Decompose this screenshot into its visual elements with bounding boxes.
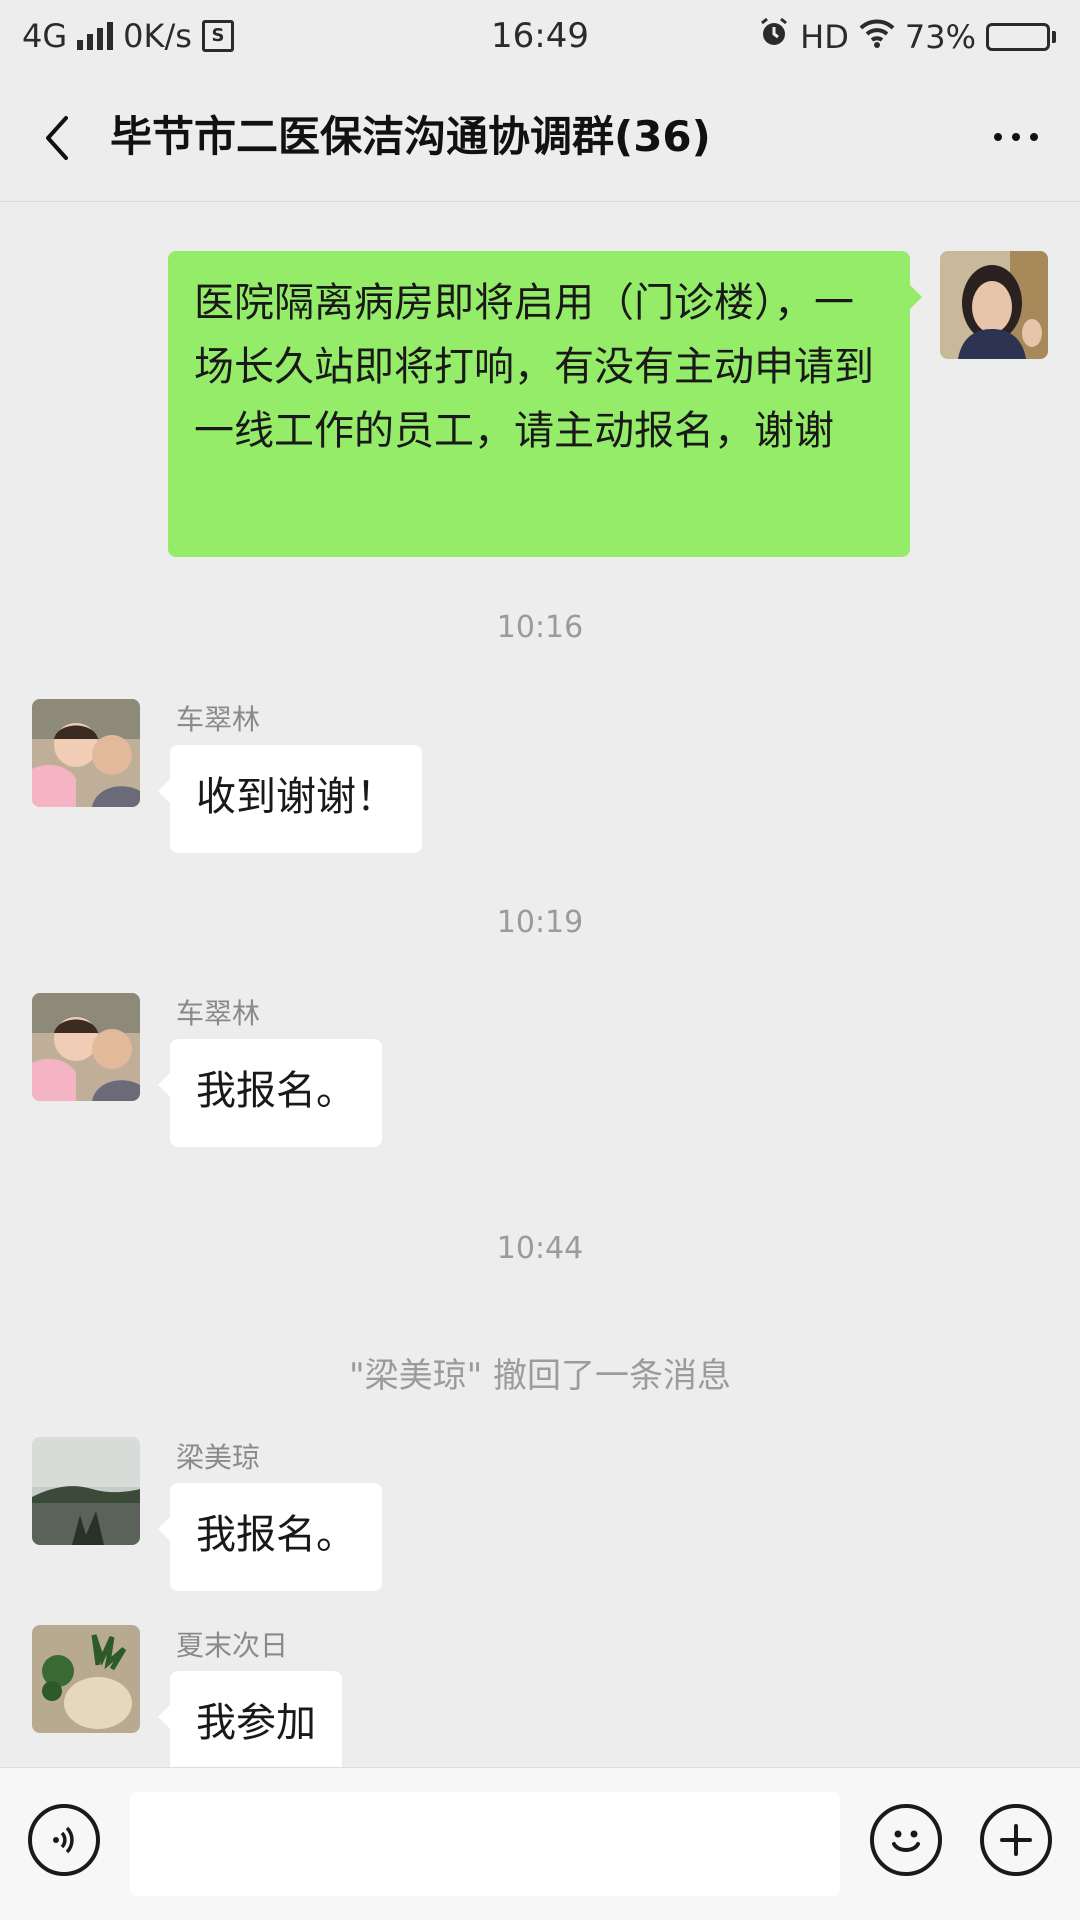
- own-avatar[interactable]: [940, 251, 1048, 359]
- chevron-left-icon: [46, 116, 68, 160]
- status-right: HD 73%: [758, 16, 1056, 57]
- hd-label: HD: [800, 17, 849, 56]
- message-text: 收到谢谢！: [196, 774, 396, 820]
- input-bar: [0, 1767, 1080, 1920]
- message-text: 我报名。: [196, 1512, 356, 1558]
- own-message-bubble[interactable]: 医院隔离病房即将启用（门诊楼），一场长久站即将打响，有没有主动申请到一线工作的员…: [168, 251, 922, 557]
- timestamp: 10:44: [496, 1231, 584, 1266]
- message-list[interactable]: 医院隔离病房即将启用（门诊楼），一场长久站即将打响，有没有主动申请到一线工作的员…: [0, 202, 1080, 1767]
- avatar[interactable]: [32, 1625, 140, 1733]
- message-text: 医院隔离病房即将启用（门诊楼），一场长久站即将打响，有没有主动申请到一线工作的员…: [194, 280, 874, 454]
- avatar[interactable]: [32, 993, 140, 1101]
- battery-percent: 73%: [904, 17, 976, 56]
- sender-name: 梁美琼: [176, 1441, 261, 1474]
- timestamp: 10:16: [496, 610, 584, 645]
- message-text: 我参加: [196, 1700, 316, 1746]
- message-bubble[interactable]: 我报名。: [158, 1039, 382, 1147]
- message-bubble[interactable]: 收到谢谢！: [158, 745, 422, 853]
- recall-notice: "梁美琼" 撤回了一条消息: [348, 1356, 732, 1396]
- sender-name: 车翠林: [176, 997, 261, 1030]
- battery-icon: [986, 22, 1056, 51]
- more-icon: [994, 133, 1002, 141]
- chat-title: 毕节市二医保洁沟通协调群(36): [110, 112, 711, 161]
- back-button[interactable]: [28, 103, 84, 173]
- avatar[interactable]: [32, 699, 140, 807]
- plus-icon: [1000, 1824, 1032, 1856]
- avatar[interactable]: [32, 1437, 140, 1545]
- emoji-icon: [892, 1830, 920, 1852]
- more-options-button[interactable]: [976, 105, 1056, 169]
- message-text: 我报名。: [196, 1068, 356, 1114]
- timestamp: 10:19: [496, 905, 584, 940]
- voice-button[interactable]: [28, 1804, 100, 1876]
- sender-name: 车翠林: [176, 703, 261, 736]
- emoji-button[interactable]: [870, 1804, 942, 1876]
- wifi-icon: [859, 17, 895, 57]
- more-functions-button[interactable]: [980, 1804, 1052, 1876]
- message-bubble[interactable]: 我报名。: [158, 1483, 382, 1591]
- voice-icon: [53, 1826, 74, 1854]
- status-bar: 4G 0K/s S 16:49 HD 73%: [0, 0, 1080, 75]
- message-input[interactable]: [130, 1792, 840, 1896]
- alarm-icon: [758, 16, 790, 57]
- sender-name: 夏末次日: [176, 1629, 289, 1662]
- chat-header: 毕节市二医保洁沟通协调群(36): [0, 75, 1080, 202]
- message-bubble[interactable]: 我参加: [158, 1671, 342, 1767]
